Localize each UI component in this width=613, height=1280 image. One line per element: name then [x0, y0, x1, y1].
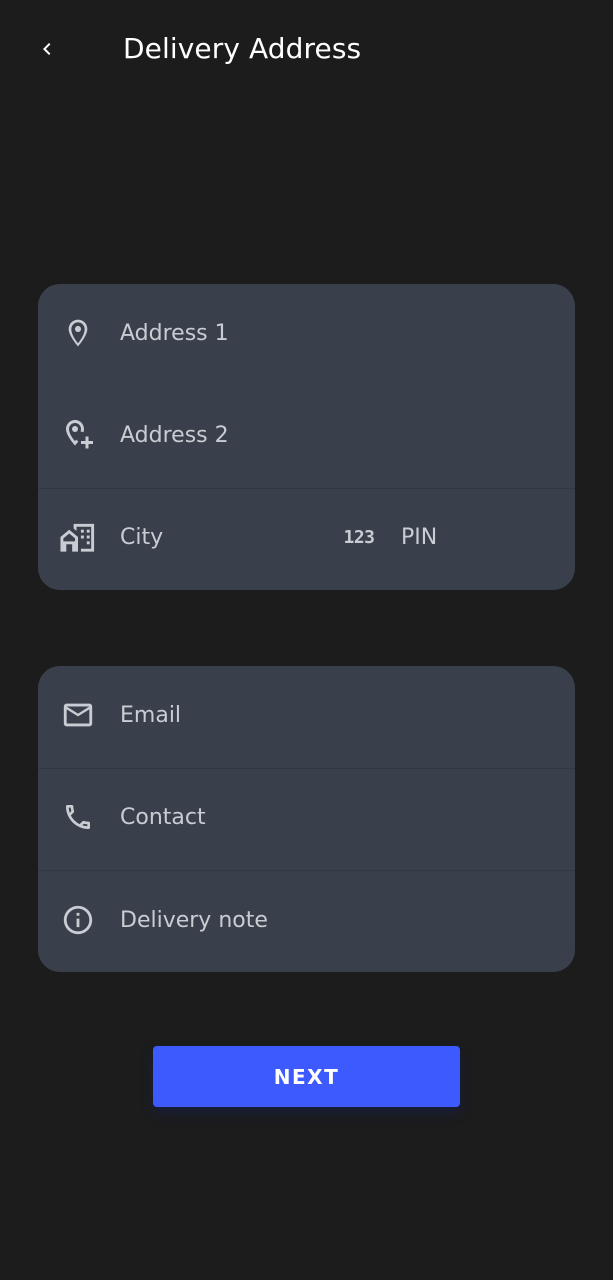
address2-input[interactable]	[120, 415, 550, 455]
back-button[interactable]	[26, 28, 68, 70]
email-row	[38, 666, 575, 768]
address-card: 123	[38, 284, 575, 590]
address1-input[interactable]	[120, 313, 550, 353]
add-location-icon	[58, 415, 98, 455]
next-button[interactable]: NEXT	[153, 1046, 460, 1107]
city-icon	[58, 517, 98, 557]
app-bar: Delivery Address	[0, 0, 613, 100]
contact-card	[38, 666, 575, 972]
note-row	[38, 871, 575, 972]
contact-input[interactable]	[120, 797, 550, 837]
numbers-icon: 123	[343, 526, 375, 548]
pin-input[interactable]	[401, 517, 561, 557]
location-pin-icon	[58, 313, 98, 353]
contact-row	[38, 769, 575, 871]
address1-row	[38, 284, 575, 386]
city-pin-row: 123	[38, 489, 575, 590]
info-icon	[58, 900, 98, 940]
chevron-left-icon	[43, 43, 51, 55]
email-input[interactable]	[120, 695, 550, 735]
page-title: Delivery Address	[123, 32, 362, 65]
delivery-note-input[interactable]	[120, 900, 550, 940]
phone-icon	[58, 797, 98, 837]
mail-icon	[58, 695, 98, 735]
city-input[interactable]	[120, 517, 320, 557]
address2-row	[38, 386, 575, 488]
